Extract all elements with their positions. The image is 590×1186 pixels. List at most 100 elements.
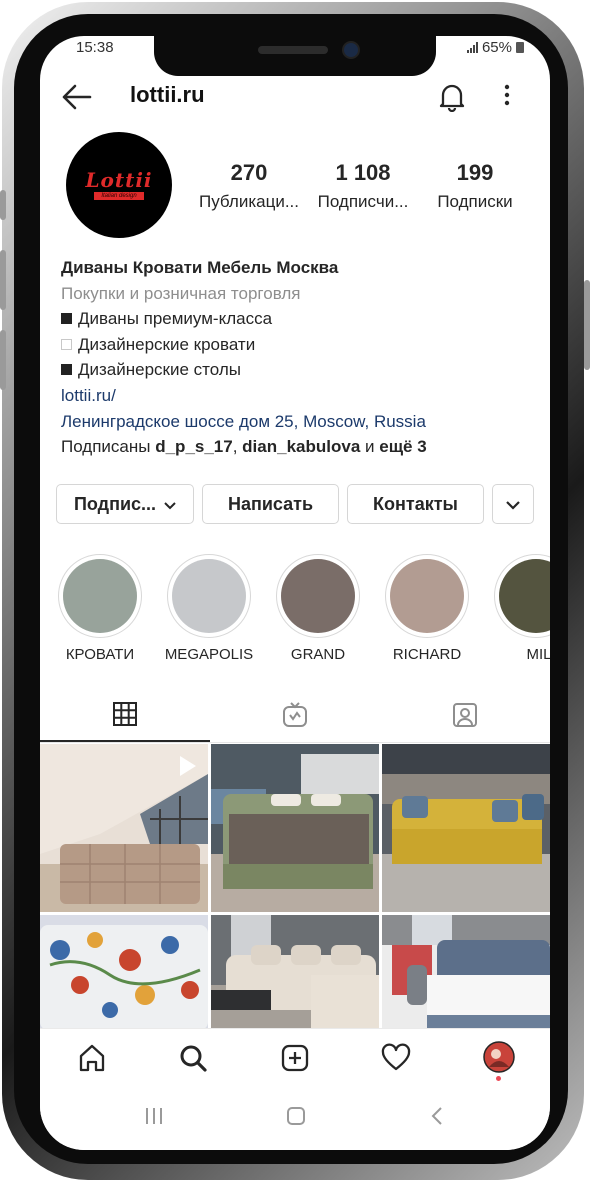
followed-user: dian_kabulova <box>242 437 361 457</box>
phone-screen: 15:38 65% lottii.ru Lottii Italian desig… <box>40 36 550 1150</box>
post-thumbnail[interactable] <box>40 744 208 912</box>
notification-dot <box>496 1076 501 1081</box>
bell-icon[interactable] <box>438 82 466 117</box>
contacts-button-label: Контакты <box>373 493 458 514</box>
profile-username: lottii.ru <box>130 82 205 107</box>
website-link[interactable]: lottii.ru/ <box>61 383 531 409</box>
volume-down-button <box>0 330 6 390</box>
tagged-icon <box>451 701 479 734</box>
followed-by[interactable]: Подписаны d_p_s_17, dian_kabulova и ещё … <box>61 434 531 460</box>
stat-followers[interactable]: 1 108 Подписчи... <box>308 160 418 212</box>
highlight-ring <box>58 554 142 638</box>
profile-avatar[interactable]: Lottii Italian design <box>66 132 172 238</box>
highlight-ring <box>494 554 550 638</box>
post-thumbnail[interactable] <box>382 915 550 1030</box>
highlight-cover <box>63 559 137 633</box>
followed-separator: , <box>232 437 243 457</box>
address-link[interactable]: Ленинградское шоссе дом 25, Moscow, Russ… <box>61 409 531 435</box>
message-button-label: Написать <box>227 493 314 514</box>
message-button[interactable]: Написать <box>202 484 339 524</box>
brand-logo-subtext: Italian design <box>94 192 144 200</box>
stat-following[interactable]: 199 Подписки <box>420 160 530 212</box>
stat-posts-label: Публикаци... <box>199 192 299 211</box>
profile-bio: Диваны Кровати Мебель Москва Покупки и р… <box>61 255 531 460</box>
follow-button-label: Подпис... <box>73 493 157 514</box>
power-button <box>584 280 590 370</box>
black-square-icon <box>61 364 72 376</box>
profile-tabs <box>40 692 550 743</box>
stat-followers-count: 1 108 <box>335 160 391 185</box>
profile-actions: Подпис... Написать Контакты <box>56 484 534 526</box>
followed-and: и <box>360 437 380 457</box>
profile-name: Диваны Кровати Мебель Москва <box>61 258 339 277</box>
posts-grid <box>40 744 550 1030</box>
arrow-left-icon[interactable] <box>62 84 92 115</box>
battery-icon <box>516 42 524 53</box>
notch <box>154 36 436 76</box>
highlight-cover <box>390 559 464 633</box>
stat-following-label: Подписки <box>437 192 513 211</box>
highlight-label: RICHARD <box>392 646 462 663</box>
tab-igtv[interactable] <box>210 692 380 742</box>
highlight-cover <box>499 559 550 633</box>
back-nav-icon[interactable] <box>430 1106 444 1131</box>
followed-by-prefix: Подписаны <box>61 437 156 457</box>
bio-line: Дизайнерские столы <box>61 357 531 383</box>
bio-line-text: Дизайнерские кровати <box>78 334 256 354</box>
add-post-icon[interactable] <box>280 1043 310 1078</box>
chevron-down-icon <box>506 494 520 515</box>
post-thumbnail[interactable] <box>40 915 208 1030</box>
status-time: 15:38 <box>76 39 114 56</box>
more-vertical-icon[interactable] <box>502 82 512 113</box>
suggested-accounts-button[interactable] <box>492 484 534 524</box>
follow-button[interactable]: Подпис... <box>56 484 194 524</box>
front-camera <box>344 43 358 57</box>
highlight-ring <box>276 554 360 638</box>
igtv-icon <box>281 701 309 734</box>
tab-tagged[interactable] <box>380 692 550 742</box>
highlight-label: MEGAPOLIS <box>164 646 254 663</box>
followed-user: d_p_s_17 <box>155 437 233 457</box>
contacts-button[interactable]: Контакты <box>347 484 484 524</box>
chevron-down-icon <box>164 494 176 515</box>
search-icon[interactable] <box>178 1043 208 1078</box>
heart-icon[interactable] <box>381 1043 411 1078</box>
highlight-label: GRAND <box>290 646 346 663</box>
recent-apps-icon[interactable] <box>144 1106 164 1131</box>
highlight-ring <box>167 554 251 638</box>
white-square-icon <box>61 338 72 350</box>
home-icon[interactable] <box>77 1043 107 1078</box>
bio-line-text: Дизайнерские столы <box>78 360 241 380</box>
system-nav <box>40 1086 550 1150</box>
highlight-cover <box>281 559 355 633</box>
highlight-cover <box>172 559 246 633</box>
post-thumbnail[interactable] <box>211 744 379 912</box>
profile-category: Покупки и розничная торговля <box>61 283 301 303</box>
post-thumbnail[interactable] <box>382 744 550 912</box>
stat-followers-label: Подписчи... <box>317 192 409 211</box>
highlight-label: КРОВАТИ <box>65 646 135 663</box>
profile-avatar[interactable] <box>483 1041 515 1078</box>
highlight-label: MILA <box>526 646 550 663</box>
followed-more: ещё 3 <box>379 437 427 457</box>
black-square-icon <box>61 313 72 325</box>
stat-posts-count: 270 <box>230 160 268 185</box>
tab-grid[interactable] <box>40 692 210 742</box>
stat-following-count: 199 <box>456 160 494 185</box>
post-thumbnail[interactable] <box>211 915 379 1030</box>
brand-logo-text: Lottii <box>85 168 153 192</box>
highlight-ring <box>385 554 469 638</box>
volume-up-button <box>0 250 6 310</box>
profile-header: lottii.ru <box>40 76 550 116</box>
stat-posts[interactable]: 270 Публикаци... <box>194 160 304 212</box>
signal-icon <box>466 42 478 53</box>
bio-line: Дизайнерские кровати <box>61 332 531 358</box>
bio-line-text: Диваны премиум-класса <box>78 309 273 329</box>
mute-switch <box>0 190 6 220</box>
bottom-nav <box>40 1028 550 1087</box>
battery-percent: 65% <box>481 39 512 56</box>
home-button-icon[interactable] <box>286 1106 306 1131</box>
earpiece-speaker <box>258 46 328 54</box>
grid-icon <box>112 701 138 732</box>
bio-line: Диваны премиум-класса <box>61 306 531 332</box>
